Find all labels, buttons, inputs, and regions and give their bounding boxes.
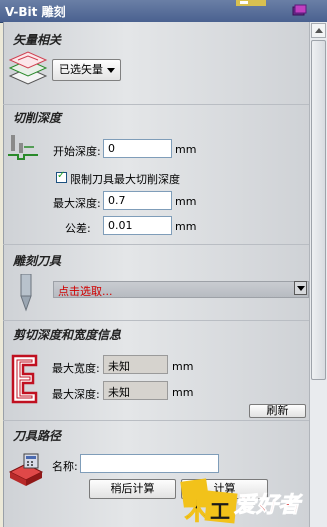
scrollbar[interactable]	[309, 22, 327, 527]
max-depth-label: 最大深度:	[53, 197, 101, 210]
tolerance-label: 公差:	[65, 222, 91, 235]
depth-section-title: 切削深度	[13, 111, 62, 125]
info-max-depth-label: 最大深度:	[52, 388, 100, 401]
scroll-thumb[interactable]	[311, 40, 326, 380]
limit-depth-label: 限制刀具最大切削深度	[70, 173, 180, 186]
max-width-value: 未知	[103, 355, 168, 374]
tool-section-title: 雕刻刀具	[13, 254, 62, 268]
start-depth-label: 开始深度:	[53, 145, 101, 158]
svg-text:工: 工	[210, 499, 230, 523]
layers-icon	[8, 51, 48, 85]
title-bar: V-Bit 雕刻	[0, 0, 327, 23]
vector-select-dropdown[interactable]: 已选矢量	[52, 59, 121, 81]
start-depth-unit: mm	[175, 143, 197, 156]
letter-e-icon	[11, 354, 38, 404]
max-depth-input[interactable]: 0.7	[103, 191, 172, 210]
limit-depth-checkbox[interactable]	[56, 170, 67, 183]
start-depth-input[interactable]: 0	[103, 139, 172, 158]
refresh-button[interactable]: 刷新	[249, 404, 306, 418]
info-section-title: 剪切深度和宽度信息	[13, 328, 122, 342]
cut-depth-icon	[8, 135, 38, 160]
divider	[3, 420, 309, 421]
watermark-logo: 木 工 爱好者	[180, 478, 303, 526]
pin-icon[interactable]	[292, 4, 307, 17]
divider	[3, 104, 309, 105]
side-panel	[3, 22, 310, 527]
info-max-depth-value: 未知	[103, 381, 168, 400]
tolerance-input[interactable]: 0.01	[103, 216, 172, 235]
divider	[3, 244, 309, 245]
tool-select-text[interactable]: 点击选取...	[58, 283, 113, 299]
chevron-down-icon	[107, 68, 115, 73]
window-title: V-Bit 雕刻	[5, 5, 66, 19]
scroll-up-button[interactable]	[311, 23, 326, 38]
vector-section-title: 矢量相关	[13, 33, 62, 47]
calculate-later-button[interactable]: 稍后计算	[89, 479, 176, 499]
vbit-tool-icon	[20, 274, 32, 312]
max-width-unit: mm	[172, 360, 194, 373]
max-width-label: 最大宽度:	[52, 362, 100, 375]
toolpath-section-title: 刀具路径	[13, 429, 62, 443]
watermark-text: 爱好者	[234, 493, 303, 518]
divider	[3, 320, 309, 321]
toolpath-name-label: 名称:	[52, 460, 78, 473]
max-depth-unit: mm	[175, 195, 197, 208]
tolerance-unit: mm	[175, 220, 197, 233]
tool-dropdown-button[interactable]	[294, 281, 307, 295]
toolpath-calc-icon	[8, 453, 44, 486]
vector-select-label: 已选矢量	[59, 63, 103, 76]
toolpath-name-input[interactable]	[80, 454, 219, 473]
corner-decoration-icon	[236, 0, 266, 6]
tool-select-bar[interactable]: 点击选取...	[53, 281, 309, 298]
info-max-depth-unit: mm	[172, 386, 194, 399]
